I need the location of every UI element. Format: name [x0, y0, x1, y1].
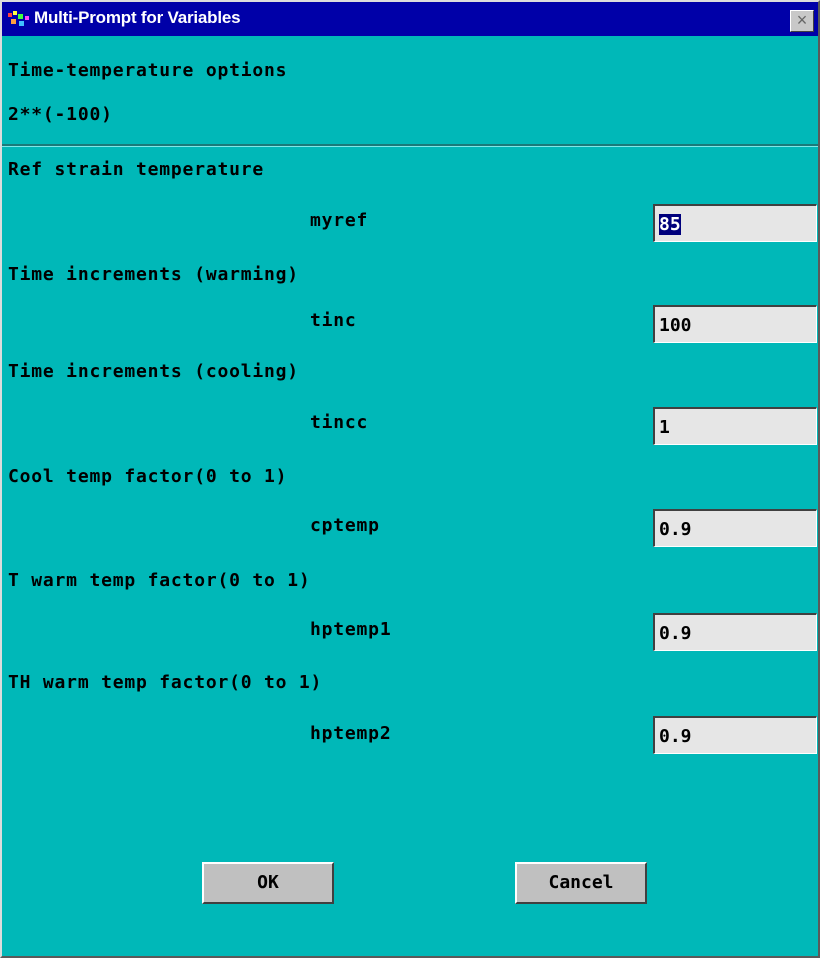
- variable-label-tinc: tinc: [310, 310, 357, 331]
- field-group-label: Ref strain temperature: [8, 159, 265, 180]
- variable-label-cptemp: cptemp: [310, 515, 380, 536]
- ok-button[interactable]: OK: [202, 862, 334, 904]
- title-bar[interactable]: Multi-Prompt for Variables ×: [2, 2, 818, 36]
- selected-text: 85: [659, 214, 681, 235]
- section-divider: [2, 144, 818, 147]
- app-icon: [8, 11, 29, 26]
- tinc-input[interactable]: 100: [653, 305, 817, 343]
- hptemp2-input[interactable]: 0.9: [653, 716, 817, 754]
- variable-label-hptemp2: hptemp2: [310, 723, 392, 744]
- hptemp1-input[interactable]: 0.9: [653, 613, 817, 651]
- tincc-input[interactable]: 1: [653, 407, 817, 445]
- variable-label-tincc: tincc: [310, 412, 369, 433]
- close-icon: ×: [796, 10, 808, 30]
- multi-prompt-dialog: Multi-Prompt for Variables × Time-temper…: [0, 0, 820, 958]
- field-group-label: TH warm temp factor(0 to 1): [8, 672, 323, 693]
- options-expression: 2**(-100): [8, 104, 113, 125]
- field-group-label: Time increments (cooling): [8, 361, 299, 382]
- options-heading: Time-temperature options: [8, 60, 288, 81]
- close-button[interactable]: ×: [790, 10, 814, 32]
- myref-input[interactable]: 85: [653, 204, 817, 242]
- field-group-label: T warm temp factor(0 to 1): [8, 570, 311, 591]
- cptemp-input[interactable]: 0.9: [653, 509, 817, 547]
- field-group-label: Cool temp factor(0 to 1): [8, 466, 288, 487]
- field-group-label: Time increments (warming): [8, 264, 299, 285]
- cancel-button[interactable]: Cancel: [515, 862, 647, 904]
- variable-label-myref: myref: [310, 210, 369, 231]
- variable-label-hptemp1: hptemp1: [310, 619, 392, 640]
- window-title: Multi-Prompt for Variables: [34, 8, 241, 27]
